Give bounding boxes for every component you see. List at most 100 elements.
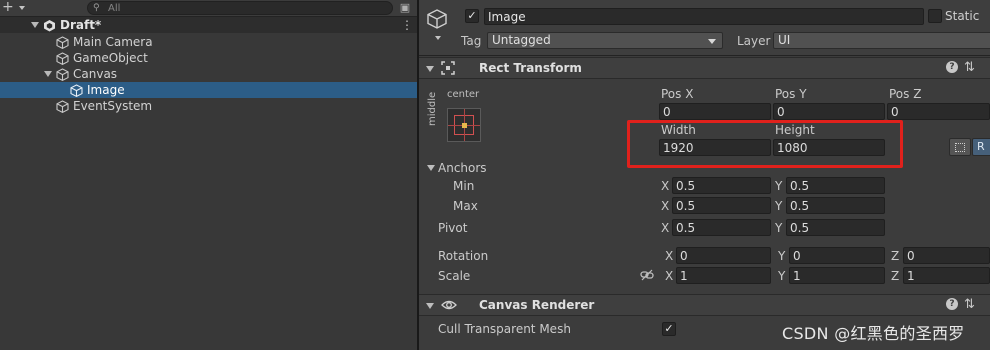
axis-x-label[interactable]: X [661, 179, 669, 193]
cube-icon [56, 100, 69, 113]
anchor-min-y-field[interactable] [786, 177, 885, 194]
anchor-min-x-field[interactable] [672, 177, 771, 194]
hierarchy-item-label: Canvas [73, 67, 118, 81]
axis-y-label[interactable]: Y [775, 179, 782, 193]
hierarchy-toolbar: + ⚲ ▣ [0, 0, 417, 17]
anchor-max-label: Max [453, 199, 478, 213]
add-object-button[interactable]: + [2, 0, 30, 16]
hierarchy-item-canvas[interactable]: Canvas [0, 66, 417, 82]
scale-y-field[interactable] [789, 267, 885, 284]
axis-y-label[interactable]: Y [775, 221, 782, 235]
axis-y-label[interactable]: Y [778, 269, 785, 283]
fold-arrow-icon[interactable] [426, 66, 434, 72]
link-icon[interactable] [640, 269, 654, 281]
pos-z-field[interactable] [887, 103, 990, 120]
object-name-field[interactable] [484, 8, 924, 25]
eye-icon [441, 300, 457, 310]
rect-transform-header[interactable]: Rect Transform ? ⇅ [419, 57, 990, 79]
axis-z-label[interactable]: Z [891, 249, 899, 263]
search-icon: ⚲ [93, 3, 100, 13]
help-icon[interactable]: ? [946, 61, 958, 73]
rect-transform-icon [441, 61, 455, 75]
help-icon[interactable]: ? [946, 298, 958, 310]
pivot-y-field[interactable] [786, 219, 885, 236]
hierarchy-item-gameobject[interactable]: GameObject [0, 50, 417, 66]
fold-arrow-icon[interactable] [427, 165, 435, 171]
cube-icon [56, 52, 69, 65]
lock-icon[interactable]: ▣ [398, 1, 412, 15]
cube-icon[interactable] [426, 8, 448, 30]
anchor-min-label: Min [453, 179, 475, 193]
layer-value: UI [778, 33, 791, 47]
axis-x-label[interactable]: X [661, 221, 669, 235]
blueprint-mode-button[interactable] [949, 138, 971, 156]
gameobject-header: ✓ Static Tag Untagged Layer UI [419, 0, 990, 56]
cull-transparent-mesh-label: Cull Transparent Mesh [438, 322, 571, 336]
cube-icon [56, 68, 69, 81]
anchor-horizontal-label: center [447, 89, 480, 100]
scale-z-field[interactable] [903, 267, 990, 284]
hierarchy-item-image[interactable]: Image [0, 82, 417, 98]
hierarchy-item-label: Image [87, 83, 125, 97]
blueprint-icon [955, 143, 965, 152]
anchor-presets-button[interactable] [447, 108, 481, 142]
pos-y-label: Pos Y [775, 87, 807, 101]
watermark-text: CSDN @红黑色的圣西罗 [782, 324, 965, 343]
presets-icon[interactable]: ⇅ [964, 297, 975, 312]
scale-x-field[interactable] [676, 267, 771, 284]
hierarchy-search[interactable]: ⚲ [87, 1, 393, 15]
unity-scene-icon [44, 20, 55, 32]
anchor-vertical-label: middle [427, 91, 438, 126]
hierarchy-item-eventsystem[interactable]: EventSystem [0, 98, 417, 114]
axis-x-label[interactable]: X [661, 199, 669, 213]
fold-arrow-icon[interactable] [31, 22, 39, 28]
chevron-down-icon[interactable] [435, 36, 441, 40]
cube-icon [70, 84, 83, 97]
tag-label: Tag [461, 34, 482, 48]
pos-y-field[interactable] [773, 103, 885, 120]
axis-x-label[interactable]: X [665, 249, 673, 263]
scene-row[interactable]: Draft* ⋮ [0, 17, 417, 33]
axis-z-label[interactable]: Z [891, 269, 899, 283]
static-checkbox[interactable] [928, 9, 942, 23]
hierarchy-item-label: GameObject [73, 51, 148, 65]
hierarchy-item-main-camera[interactable]: Main Camera [0, 34, 417, 50]
active-checkbox[interactable]: ✓ [465, 9, 479, 23]
axis-y-label[interactable]: Y [775, 199, 782, 213]
pivot-label: Pivot [438, 221, 468, 235]
pos-z-label: Pos Z [889, 87, 922, 101]
hierarchy-item-label: EventSystem [73, 99, 153, 113]
scene-name: Draft* [60, 18, 102, 32]
hierarchy-search-input[interactable] [108, 2, 378, 14]
hierarchy-panel: + ⚲ ▣ Draft* ⋮ Main Camera GameOb [0, 0, 417, 350]
plus-icon: + [2, 0, 14, 15]
chevron-down-icon [19, 6, 25, 10]
hierarchy-item-label: Main Camera [73, 35, 153, 49]
rotation-label: Rotation [438, 249, 489, 263]
pos-x-field[interactable] [659, 103, 771, 120]
rotation-x-field[interactable] [676, 247, 771, 264]
scale-label: Scale [438, 269, 471, 283]
tag-value: Untagged [492, 33, 551, 47]
component-title: Canvas Renderer [479, 298, 595, 312]
rotation-z-field[interactable] [903, 247, 990, 264]
component-title: Rect Transform [479, 61, 582, 75]
layer-label: Layer [737, 34, 771, 48]
fold-arrow-icon[interactable] [426, 303, 434, 309]
pivot-x-field[interactable] [672, 219, 771, 236]
raw-edit-button[interactable]: R [972, 138, 990, 156]
pivot-marker [462, 123, 467, 128]
cull-transparent-mesh-checkbox[interactable]: ✓ [662, 322, 676, 336]
rotation-y-field[interactable] [789, 247, 885, 264]
fold-arrow-icon[interactable] [44, 71, 52, 77]
axis-y-label[interactable]: Y [778, 249, 785, 263]
anchor-max-x-field[interactable] [672, 197, 771, 214]
tag-dropdown[interactable]: Untagged [487, 32, 723, 49]
layer-dropdown[interactable]: UI [773, 32, 990, 49]
canvas-renderer-header[interactable]: Canvas Renderer ? ⇅ [419, 294, 990, 316]
kebab-menu-icon[interactable]: ⋮ [401, 17, 413, 33]
presets-icon[interactable]: ⇅ [964, 60, 975, 75]
axis-x-label[interactable]: X [665, 269, 673, 283]
anchor-max-y-field[interactable] [786, 197, 885, 214]
anchors-label[interactable]: Anchors [438, 161, 487, 175]
